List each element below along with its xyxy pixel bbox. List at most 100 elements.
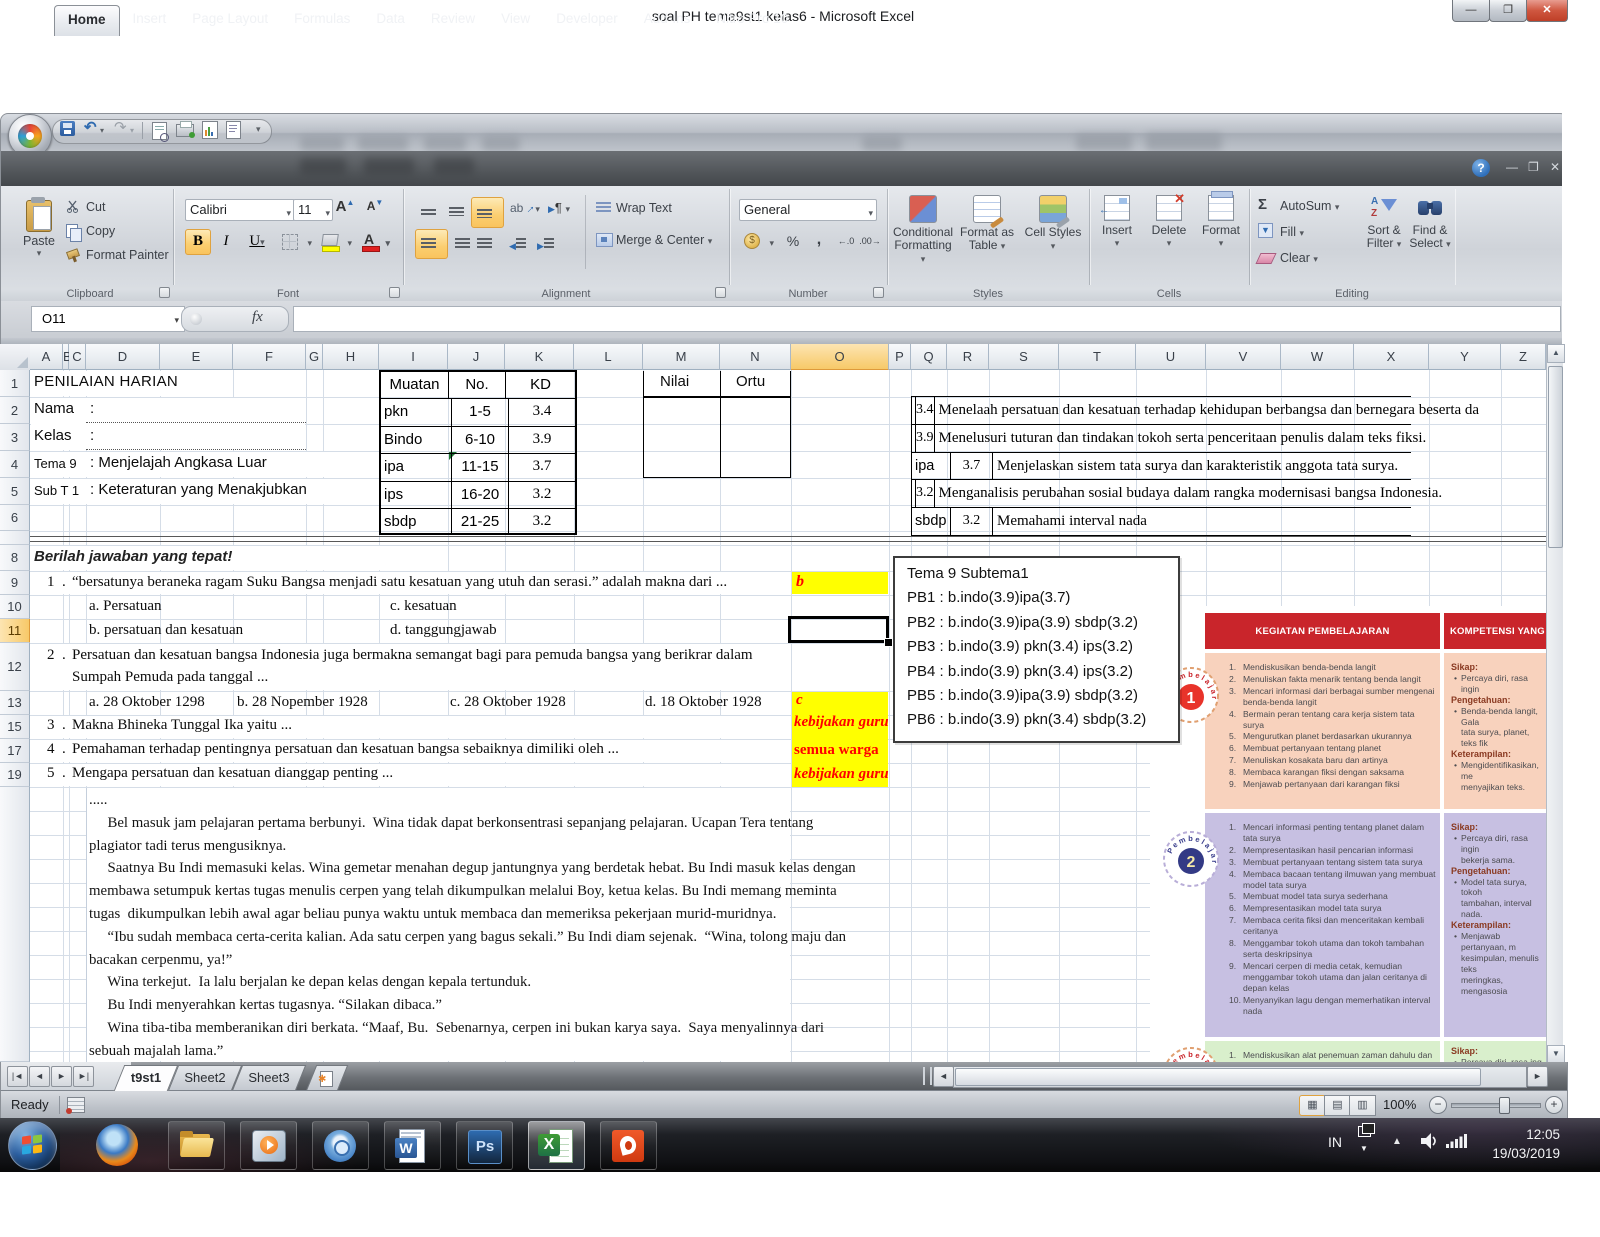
paste-button[interactable]: Paste ▾ (15, 193, 63, 273)
save-icon[interactable] (60, 121, 75, 136)
align-right-button[interactable] (471, 229, 504, 259)
row-header-12[interactable]: 12 (0, 643, 30, 691)
kd-reference-table[interactable]: pkn 3.4 Menelaah persatuan dan kesatuan … (911, 396, 1479, 536)
q2-text-line2[interactable]: Sumpah Pemuda pada tanggal ... (72, 669, 268, 686)
row-header-3[interactable]: 3 (0, 424, 30, 451)
row-header-2[interactable]: 2 (0, 397, 30, 424)
merge-center-button[interactable]: Merge & Center ▾ (593, 229, 731, 253)
view-page-break-button[interactable]: ▥ (1349, 1095, 1376, 1116)
cell-kelas-value[interactable]: : (90, 427, 94, 444)
orientation-button[interactable]: ab→▾ (505, 197, 543, 224)
zoom-in-icon[interactable]: + (1545, 1096, 1563, 1114)
percent-style-button[interactable]: % (779, 229, 807, 253)
conditional-formatting-button[interactable]: Conditional Formatting ▾ (893, 195, 953, 266)
cell-instruction[interactable]: Berilah jawaban yang tepat! (34, 548, 232, 565)
column-header-W[interactable]: W (1281, 344, 1354, 370)
column-header-Q[interactable]: Q (911, 344, 947, 370)
tray-dropdown-icon[interactable]: ▼ (1360, 1144, 1368, 1153)
q4-number[interactable]: 4 (47, 741, 55, 758)
column-header-K[interactable]: K (505, 344, 574, 370)
zoom-level[interactable]: 100% (1383, 1097, 1416, 1112)
name-box[interactable]: O11 ▾ (31, 306, 185, 332)
story-block[interactable]: ..... Bel masuk jam pelajaran pertama be… (89, 789, 856, 1063)
format-as-table-button[interactable]: Format as Table ▾ (957, 195, 1017, 253)
row-header-5[interactable]: 5 (0, 478, 30, 505)
answer-highlight[interactable] (792, 572, 888, 594)
q5-number[interactable]: 5 (47, 765, 55, 782)
muatan-table[interactable]: Muatan No. KD pkn 1-5 3.4 Bindo 6-10 3.9… (379, 370, 577, 536)
q1-option-c[interactable]: c. kesatuan (390, 598, 457, 615)
undo-icon[interactable]: ↶ (84, 119, 97, 137)
document-icon[interactable] (226, 121, 241, 139)
wrap-text-button[interactable]: Wrap Text (593, 197, 725, 221)
answer-q2[interactable]: c (796, 692, 803, 709)
workbook-close-icon[interactable]: ✕ (1550, 160, 1560, 174)
q3-number[interactable]: 3 (47, 717, 55, 734)
first-sheet-button[interactable]: |◄ (7, 1066, 28, 1087)
sheet-tab-t9st1[interactable]: t9st1 (113, 1065, 179, 1091)
shrink-font-button[interactable]: A▼ (361, 197, 389, 221)
q2-text-line1[interactable]: Persatuan dan kesatuan bangsa Indonesia … (72, 647, 753, 664)
format-painter-button[interactable]: Format Painter (65, 245, 179, 267)
q1-option-a[interactable]: a. Persatuan (89, 598, 161, 615)
selected-cell-O11[interactable] (788, 616, 889, 643)
column-header-H[interactable]: H (323, 344, 379, 370)
ribbon-tab[interactable]: Home (54, 5, 120, 36)
column-header-N[interactable]: N (720, 344, 791, 370)
zoom-slider-track[interactable] (1451, 1103, 1541, 1108)
row-header-10[interactable]: 10 (0, 595, 30, 619)
fill-handle[interactable] (884, 638, 893, 647)
horizontal-scroll-thumb[interactable] (955, 1068, 1481, 1086)
text-direction-button[interactable]: ▶¶ ▾ (543, 197, 585, 223)
cell-subtema-value[interactable]: : Keteraturan yang Menakjubkan (90, 481, 307, 498)
fill-color-button[interactable]: ▾ (317, 229, 355, 255)
nitro-taskbar-button[interactable] (600, 1121, 657, 1170)
comma-style-button[interactable]: , (807, 229, 831, 253)
insert-worksheet-tab[interactable]: ✱ (305, 1065, 349, 1091)
chart-icon[interactable] (202, 121, 218, 139)
vertical-scroll-thumb[interactable] (1548, 366, 1563, 548)
scroll-up-icon[interactable]: ▲ (1547, 344, 1565, 363)
font-family-combo[interactable]: Calibri ▾ (185, 199, 295, 221)
q1-number[interactable]: 1 (47, 574, 55, 591)
start-button[interactable] (8, 1121, 57, 1170)
column-header-O[interactable]: O (791, 344, 889, 371)
column-header-M[interactable]: M (643, 344, 720, 370)
clear-button[interactable]: Clear ▾ (1255, 247, 1363, 269)
next-sheet-button[interactable]: ► (51, 1066, 72, 1087)
cell-title[interactable]: PENILAIAN HARIAN (34, 373, 178, 390)
q3-text[interactable]: Makna Bhineka Tunggal Ika yaitu ... (72, 717, 292, 734)
cell-nama-label[interactable]: Nama (34, 400, 74, 417)
ribbon-tab[interactable]: Add-Ins (631, 5, 704, 35)
help-icon[interactable]: ? (1472, 159, 1490, 177)
q1-option-b[interactable]: b. persatuan dan kesatuan (89, 622, 243, 639)
volume-icon[interactable] (1420, 1132, 1440, 1150)
ribbon-tab[interactable]: Insert (120, 5, 180, 35)
row-header-6[interactable]: 6 (0, 505, 30, 531)
row-header-15[interactable]: 15 (0, 715, 30, 739)
q2-option-d[interactable]: d. 18 Oktober 1928 (645, 694, 762, 711)
increase-indent-button[interactable]: ▶ (533, 229, 564, 259)
column-header-R[interactable]: R (947, 344, 989, 370)
increase-decimal-button[interactable]: ←.0 (833, 229, 859, 253)
decrease-decimal-button[interactable]: .00→ (857, 229, 883, 253)
fill-button[interactable]: ▼ Fill ▾ (1257, 221, 1363, 243)
explorer-taskbar-button[interactable] (168, 1121, 225, 1170)
row-header-13[interactable]: 13 (0, 691, 30, 715)
underline-button[interactable]: U▾ (241, 229, 273, 255)
ribbon-tab[interactable]: Developer (543, 5, 631, 35)
network-signal-icon[interactable] (1446, 1134, 1468, 1148)
clock[interactable]: 12:05 19/03/2019 (1466, 1125, 1560, 1163)
alignment-dialog-launcher[interactable] (715, 287, 726, 298)
row-header-19[interactable]: 19 (0, 763, 30, 787)
ribbon-tab[interactable]: Formulas (281, 5, 363, 35)
sheet-tab-Sheet2[interactable]: Sheet2 (167, 1065, 243, 1091)
q2-option-a[interactable]: a. 28 Oktober 1298 (89, 694, 205, 711)
zoom-slider-thumb[interactable] (1499, 1097, 1510, 1114)
q1-option-d[interactable]: d. tanggungjawab (390, 622, 497, 639)
delete-cells-button[interactable]: ✕ Delete ▾ (1145, 192, 1193, 250)
autosum-button[interactable]: Σ AutoSum ▾ (1257, 195, 1363, 217)
paste-caret-icon[interactable]: ▾ (16, 248, 62, 259)
last-sheet-button[interactable]: ►| (73, 1066, 94, 1087)
column-header-Z[interactable]: Z (1501, 344, 1546, 370)
